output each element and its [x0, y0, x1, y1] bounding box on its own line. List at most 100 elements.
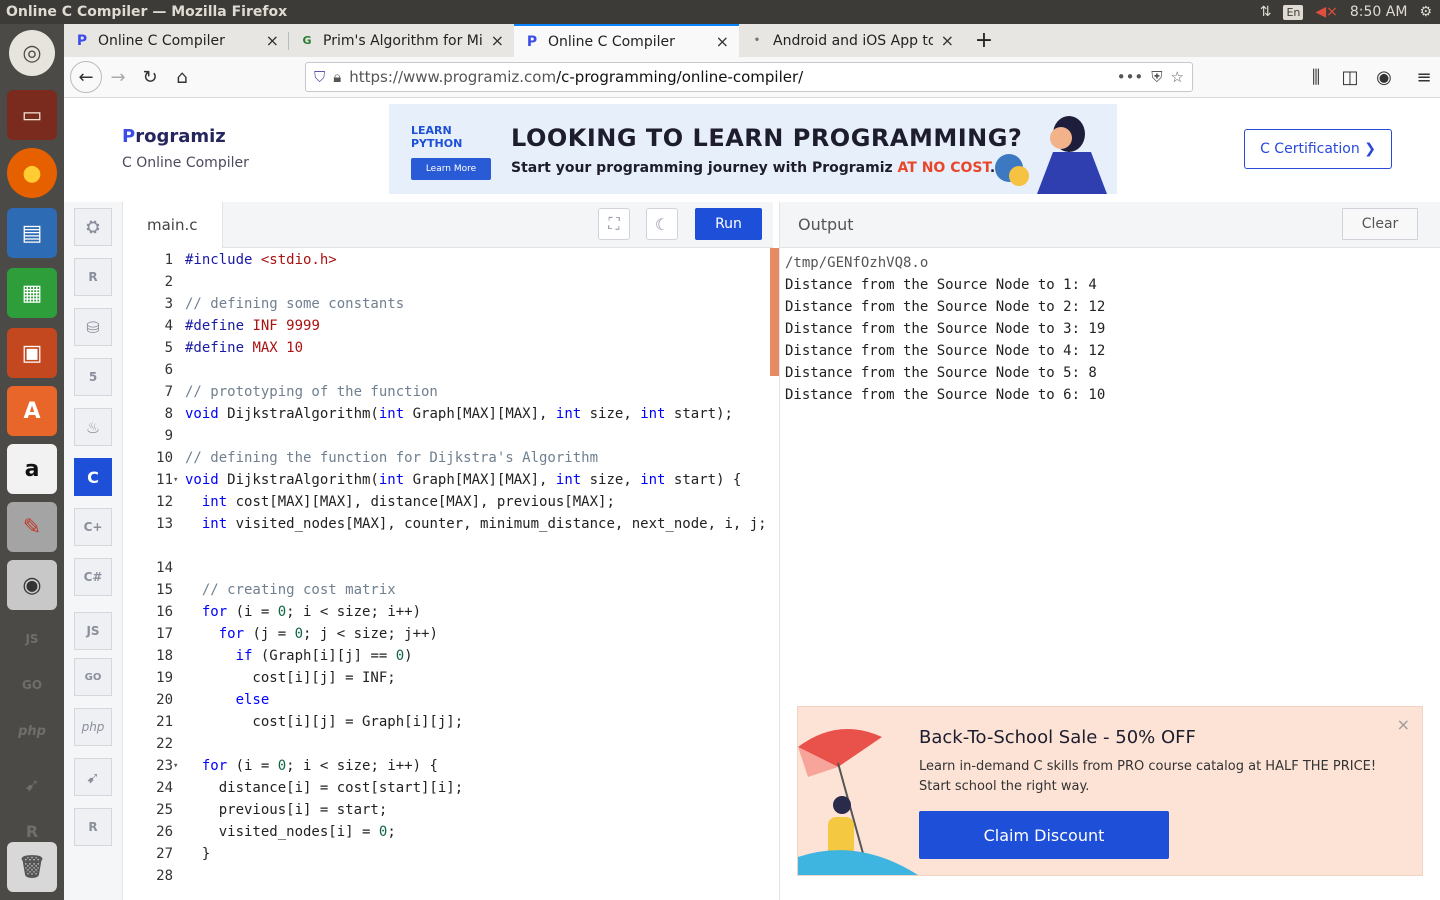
sidebar-icon[interactable]: ◫ — [1334, 61, 1366, 93]
promo-close-icon[interactable]: × — [1397, 715, 1410, 734]
html-lang-icon[interactable]: 5 — [74, 358, 112, 396]
page-actions-icon[interactable]: ••• — [1117, 68, 1144, 86]
output-line: Distance from the Source Node to 3: 19 — [785, 321, 1106, 337]
tab-online-c-compiler-1[interactable]: P Online C Compiler × — [64, 24, 289, 57]
c-lang-icon[interactable]: C — [74, 458, 112, 496]
clear-button[interactable]: Clear — [1342, 208, 1418, 240]
amazon-icon[interactable]: a — [7, 444, 57, 494]
go-lang-icon[interactable]: GO — [74, 658, 112, 696]
line-number: 1 — [164, 252, 173, 268]
java-lang-icon[interactable]: ♨ — [74, 408, 112, 446]
hamburger-menu-icon[interactable]: ≡ — [1408, 61, 1440, 93]
impress-icon[interactable]: ▣ — [7, 328, 57, 378]
clock[interactable]: 8:50 AM — [1350, 4, 1408, 20]
programiz-logo[interactable]: Programiz C Online Compiler — [122, 126, 249, 171]
trash-icon[interactable]: 🗑 — [7, 842, 57, 892]
fullscreen-icon[interactable]: ⛶ — [598, 208, 630, 240]
pocket-icon[interactable]: ⛨ — [1151, 68, 1162, 86]
line-number: 19 — [156, 670, 173, 686]
gfg-favicon-icon: G — [302, 34, 312, 47]
library-icon[interactable]: ⫼ — [1300, 61, 1332, 93]
tab-close-icon[interactable]: × — [716, 32, 729, 51]
line-number: 17 — [156, 626, 173, 642]
js-lang-icon[interactable]: JS — [74, 612, 112, 650]
banner-subline: Start your programming journey with Prog… — [511, 160, 995, 176]
code-line: cost[i][j] = Graph[i][j]; — [185, 714, 464, 730]
tab-close-icon[interactable]: × — [266, 31, 279, 50]
firefox-icon[interactable]: ● — [7, 148, 57, 198]
line-number: 24 — [156, 780, 173, 796]
learn-more-button[interactable]: Learn More — [411, 158, 491, 180]
fold-arrow-icon[interactable]: ▾ — [173, 475, 178, 485]
code-line: cost[i][j] = INF; — [185, 670, 396, 686]
go-icon[interactable]: GO — [7, 660, 57, 710]
url-bar[interactable]: ⛉ 🔒︎ https://www.programiz.com/c-program… — [305, 62, 1193, 92]
url-text[interactable]: https://www.programiz.com/c-programming/… — [349, 68, 1108, 86]
line-number: 27 — [156, 846, 173, 862]
software-center-icon[interactable]: A — [7, 386, 57, 436]
line-number: 8 — [164, 406, 173, 422]
new-tab-button[interactable]: + — [964, 24, 1004, 57]
tab-close-icon[interactable]: × — [941, 31, 954, 50]
line-number: 18 — [156, 648, 173, 664]
run-button[interactable]: Run — [695, 208, 762, 240]
code-line: // creating cost matrix — [185, 582, 396, 598]
code-line: int visited_nodes[MAX], counter, minimum… — [201, 516, 767, 532]
bookmark-star-icon[interactable]: ☆ — [1171, 68, 1184, 86]
php-lang-icon[interactable]: php — [74, 708, 112, 746]
brand-rest: rogramiz — [135, 126, 226, 147]
account-icon[interactable]: ◉ — [1368, 61, 1400, 93]
forward-arrow-icon[interactable]: → — [102, 61, 134, 93]
fold-arrow-icon[interactable]: ▾ — [173, 761, 178, 771]
csharp-lang-icon[interactable]: C# — [74, 558, 112, 596]
tab-android-ios-app[interactable]: • Android and iOS App to × — [739, 24, 964, 57]
volume-muted-icon[interactable]: ◀× — [1315, 4, 1338, 20]
banner-illustration — [995, 116, 1107, 194]
r-lang-icon[interactable]: R — [74, 258, 112, 296]
files-icon[interactable]: ▭ — [7, 90, 57, 140]
tab-prims-algorithm[interactable]: G Prim's Algorithm for Mir × — [289, 24, 514, 57]
reload-icon[interactable]: ↻ — [134, 61, 166, 93]
output-line: Distance from the Source Node to 1: 4 — [785, 277, 1097, 293]
line-number: 5 — [164, 340, 173, 356]
keyboard-layout-indicator[interactable]: En — [1283, 4, 1304, 20]
language-sidebar: ⛭ R ⛁ 5 ♨ C C+ C# JS GO php ➹ R — [64, 202, 122, 900]
code-area[interactable]: 1 #include <stdio.h> 2 3// defining some co… — [123, 248, 774, 900]
writer-icon[interactable]: ▤ — [7, 208, 57, 258]
swift-icon[interactable]: ➹ — [7, 760, 57, 810]
dark-mode-moon-icon[interactable]: ☾ — [646, 208, 678, 240]
python-lang-icon[interactable]: ⛭ — [74, 208, 112, 246]
system-settings-icon[interactable]: ✎ — [7, 502, 57, 552]
ad-banner[interactable]: LEARN PYTHON Learn More LOOKING TO LEARN… — [389, 104, 1117, 194]
cpp-lang-icon[interactable]: C+ — [74, 508, 112, 546]
claim-discount-button[interactable]: Claim Discount — [919, 811, 1169, 859]
ubuntu-dash-icon[interactable]: ◎ — [9, 30, 55, 76]
php-icon[interactable]: php — [7, 706, 57, 756]
line-number: 22 — [156, 736, 173, 752]
swift-lang-icon[interactable]: ➹ — [74, 758, 112, 796]
c-certification-button[interactable]: C Certification ❯ — [1244, 129, 1392, 169]
panel-resize-handle[interactable] — [770, 248, 779, 376]
file-tab-main-c[interactable]: main.c — [123, 201, 223, 248]
code-editor-panel: main.c ⛶ ☾ Run 1 #include <stdio.h> 2 3// d… — [122, 201, 774, 900]
home-icon[interactable]: ⌂ — [166, 61, 198, 93]
settings-gear-icon[interactable]: ⚙ — [1419, 4, 1432, 20]
line-number: 11 — [156, 472, 173, 488]
badge-text: LEARN PYTHON — [411, 124, 491, 150]
lock-icon[interactable]: 🔒︎ — [333, 68, 341, 86]
programiz-favicon-icon: P — [76, 32, 88, 49]
tab-title: Prim's Algorithm for Mir — [323, 32, 483, 49]
camera-icon[interactable]: ◉ — [7, 560, 57, 610]
tab-online-c-compiler-active[interactable]: P Online C Compiler × — [514, 24, 739, 57]
js-icon[interactable]: JS — [7, 614, 57, 664]
output-title: Output — [798, 215, 854, 234]
sql-lang-icon[interactable]: ⛁ — [74, 308, 112, 346]
line-number: 23 — [156, 758, 173, 774]
code-line: // prototyping of the function — [185, 384, 438, 400]
back-arrow-icon[interactable]: ← — [70, 61, 102, 93]
tracking-shield-icon[interactable]: ⛉ — [314, 68, 325, 86]
calc-icon[interactable]: ▦ — [7, 268, 57, 318]
network-icon[interactable]: ⇅ — [1260, 4, 1272, 20]
tab-close-icon[interactable]: × — [491, 31, 504, 50]
rust-lang-icon[interactable]: R — [74, 808, 112, 846]
